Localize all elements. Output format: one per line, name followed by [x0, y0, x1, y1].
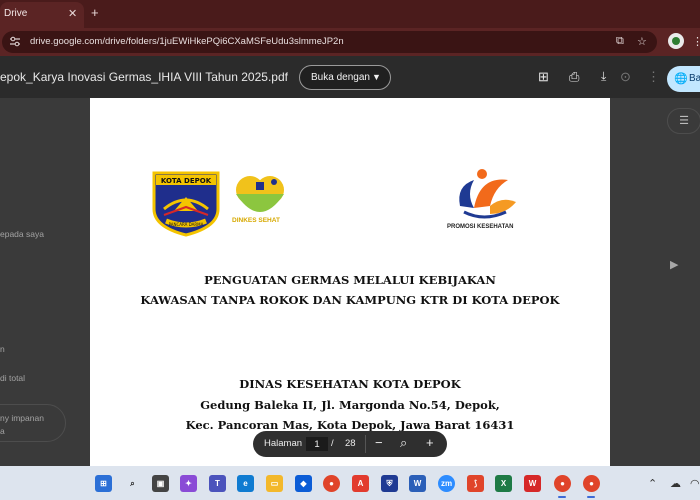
sidebar-fragment-n: n: [0, 344, 5, 354]
logo-kota-motto: PANCARA DARMA: [169, 222, 204, 227]
taskbar-active-indicator: [558, 496, 566, 498]
browser-tab[interactable]: Drive ✕: [0, 2, 84, 28]
tray-cloud-icon[interactable]: ☁: [670, 477, 681, 490]
file-name: epok_Karya Inovasi Germas_IHIA VIII Tahu…: [0, 70, 288, 84]
document-org-line-2: Gedung Baleka II, Jl. Margonda No.54, De…: [200, 398, 500, 412]
bookmark-star-icon[interactable]: ☆: [637, 35, 647, 48]
chrome-active-icon[interactable]: ●: [583, 475, 600, 492]
share-label: Ba: [689, 73, 700, 84]
sidebar-fragment-upgrade2: a: [0, 426, 5, 436]
dinkes-sehat-label: DINKES SEHAT: [232, 217, 280, 224]
teams-icon[interactable]: T: [209, 475, 226, 492]
page-label: Halaman: [264, 438, 303, 449]
next-file-arrow-icon[interactable]: ▶: [670, 258, 678, 271]
page-separator: /: [331, 438, 334, 449]
kota-depok-logo: KOTA DEPOK PANCARA DARMA: [152, 171, 220, 237]
page-navigation-bar: Halaman / 28 − ⌕ +: [253, 431, 447, 457]
page-total: 28: [345, 438, 356, 449]
copilot-icon[interactable]: ✦: [180, 475, 197, 492]
chrome-profile-icon[interactable]: ●: [554, 475, 571, 492]
upgrade-storage-button[interactable]: [0, 404, 66, 442]
install-app-icon[interactable]: ⧉: [616, 35, 624, 48]
chrome-icon[interactable]: ●: [323, 475, 340, 492]
document-org-line-1: DINAS KESEHATAN KOTA DEPOK: [239, 377, 461, 391]
acrobat-icon[interactable]: ⟆: [467, 475, 484, 492]
zoom-in-icon[interactable]: +: [426, 435, 434, 450]
promosi-kesehatan-logo: [459, 169, 516, 219]
wifi-icon[interactable]: ◠: [690, 477, 700, 490]
excel-icon[interactable]: X: [495, 475, 512, 492]
document-title-line-1: PENGUATAN GERMAS MELALUI KEBIJAKAN: [204, 273, 496, 287]
promosi-kesehatan-label: PROMOSI KESEHATAN: [447, 224, 514, 230]
word-icon[interactable]: W: [409, 475, 426, 492]
sidebar-fragment-upgrade: ny impanan: [0, 413, 44, 423]
more-icon[interactable]: ⋮: [647, 69, 660, 85]
tab-close-icon[interactable]: ✕: [68, 7, 77, 20]
profile-icon[interactable]: ⋮: [692, 35, 700, 48]
wps-icon[interactable]: W: [524, 475, 541, 492]
details-menu-icon[interactable]: ☰: [667, 108, 700, 134]
vpn-shield-icon[interactable]: ⛨: [381, 475, 398, 492]
extension-icon[interactable]: [668, 33, 684, 49]
start-menu-icon[interactable]: ⊞: [95, 475, 112, 492]
download-icon[interactable]: ⤓: [601, 69, 606, 84]
new-tab-button[interactable]: +: [91, 5, 99, 20]
print-icon[interactable]: ⎙: [569, 69, 579, 85]
zoom-out-icon[interactable]: −: [375, 435, 383, 450]
zoom-search-icon[interactable]: ⌕: [400, 435, 407, 451]
taskbar-search-icon[interactable]: ⌕: [124, 475, 141, 492]
caret-down-icon: ▼: [372, 72, 381, 82]
tab-title: Drive: [4, 8, 28, 19]
sidebar-fragment-storage: di total: [0, 373, 26, 383]
tray-overflow-icon[interactable]: ⌃: [648, 477, 657, 490]
add-comment-icon[interactable]: ⊞: [538, 69, 549, 85]
dropbox-icon[interactable]: ◆: [295, 475, 312, 492]
edge-icon[interactable]: e: [237, 475, 254, 492]
browser-tab-bar: [0, 0, 700, 28]
logo-kota-text: KOTA DEPOK: [161, 177, 212, 185]
taskbar-active-indicator-2: [587, 496, 595, 498]
page-number-input[interactable]: [306, 437, 328, 451]
document-title-line-2: KAWASAN TANPA ROKOK DAN KAMPUNG KTR DI K…: [140, 293, 560, 307]
globe-icon: 🌐: [674, 73, 688, 85]
pager-divider: [365, 435, 366, 453]
sidebar-fragment-shared: epada saya: [0, 229, 44, 239]
check-icon[interactable]: ⊙: [620, 69, 631, 85]
pdf-reader-icon[interactable]: A: [352, 475, 369, 492]
open-with-label: Buka dengan: [311, 72, 370, 83]
zoom-app-icon[interactable]: zm: [438, 475, 455, 492]
task-view-icon[interactable]: ▣: [152, 475, 169, 492]
share-button[interactable]: 🌐 Ba: [667, 66, 700, 92]
document-org-line-3: Kec. Pancoran Mas, Kota Depok, Jawa Bara…: [185, 418, 515, 432]
site-settings-icon[interactable]: [9, 36, 21, 48]
file-explorer-icon[interactable]: ▭: [266, 475, 283, 492]
url-text[interactable]: drive.google.com/drive/folders/1juEWiHke…: [30, 36, 344, 47]
open-with-button[interactable]: Buka dengan ▼: [299, 65, 391, 90]
